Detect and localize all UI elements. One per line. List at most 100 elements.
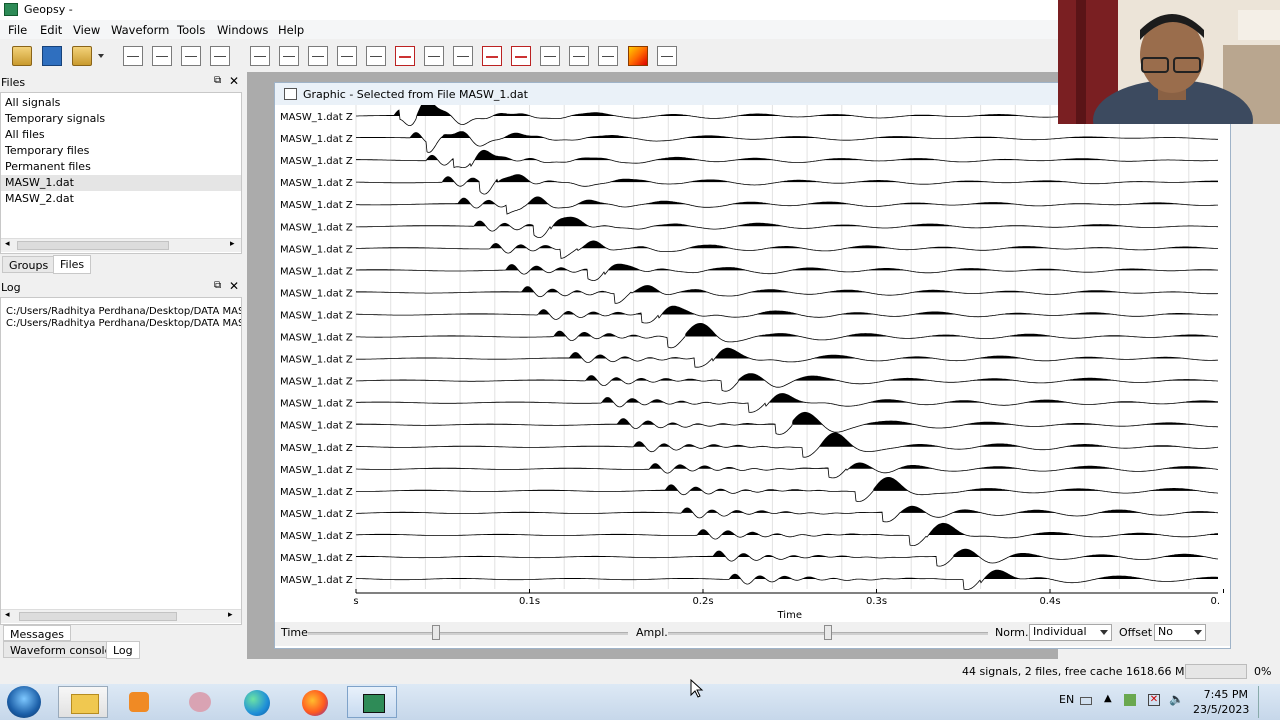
table-view-icon[interactable] — [123, 46, 143, 66]
print-icon[interactable] — [657, 46, 677, 66]
correlation-icon[interactable] — [598, 46, 618, 66]
paint-icon — [189, 692, 211, 712]
palette-icon[interactable] — [628, 46, 648, 66]
scrollbar-thumb[interactable] — [17, 241, 169, 250]
menu-tools[interactable]: Tools — [177, 23, 205, 37]
show-desktop-button[interactable] — [1258, 686, 1279, 718]
progress-percent: 0% — [1254, 665, 1272, 678]
close-icon[interactable]: ✕ — [229, 279, 239, 293]
trace-label: MASW_1.dat Z — [280, 178, 353, 189]
graphic-icon — [284, 88, 297, 100]
ampl-slider-handle[interactable] — [824, 625, 832, 640]
menu-windows[interactable]: Windows — [217, 23, 268, 37]
offset-select[interactable]: No — [1154, 624, 1206, 641]
trace-line — [356, 569, 1218, 590]
trace-line — [355, 522, 1219, 547]
undock-icon[interactable]: ⧉ — [214, 280, 221, 291]
norm-select[interactable]: Individual — [1029, 624, 1112, 641]
taskbar-paint[interactable] — [175, 686, 225, 718]
list-item-masw-1[interactable]: MASW_1.dat — [5, 176, 74, 189]
clock-time[interactable]: 7:45 PM — [1203, 688, 1248, 701]
trace-label: MASW_1.dat Z — [280, 333, 353, 344]
scroll-left-icon[interactable]: ◂ — [5, 239, 10, 249]
close-icon[interactable]: ✕ — [229, 74, 239, 88]
language-indicator[interactable]: EN — [1059, 693, 1074, 706]
list-item-masw-2[interactable]: MASW_2.dat — [5, 192, 74, 205]
volume-icon[interactable]: 🔈 — [1169, 692, 1184, 706]
menu-help[interactable]: Help — [278, 23, 304, 37]
files-panel-title: Files — [1, 76, 26, 89]
list-item-temporary-signals[interactable]: Temporary signals — [5, 112, 105, 125]
clock-date[interactable]: 23/5/2023 — [1193, 703, 1249, 716]
save-icon[interactable] — [42, 46, 62, 66]
show-hidden-icons-icon[interactable]: ▲ — [1104, 693, 1112, 704]
graphic-view-icon[interactable] — [152, 46, 172, 66]
scroll-right-icon[interactable]: ▸ — [230, 239, 235, 249]
tab-messages[interactable]: Messages — [3, 625, 71, 641]
ampl-label: Ampl. — [636, 626, 668, 639]
hv-ratio-icon[interactable] — [453, 46, 473, 66]
chevron-down-icon[interactable] — [98, 54, 104, 58]
tab-groups[interactable]: Groups — [2, 256, 56, 273]
linear-fk-icon[interactable] — [366, 46, 386, 66]
scrollbar-thumb[interactable] — [19, 612, 177, 621]
spectrum-icon[interactable] — [395, 46, 415, 66]
chronogram-icon[interactable] — [210, 46, 230, 66]
trace-label: MASW_1.dat Z — [280, 134, 353, 145]
taskbar-geopsy[interactable] — [347, 686, 397, 718]
load-project-icon[interactable] — [72, 46, 92, 66]
trace-label: MASW_1.dat Z — [280, 244, 353, 255]
trace-label: MASW_1.dat Z — [280, 531, 353, 542]
undock-icon[interactable]: ⧉ — [214, 75, 221, 86]
taskbar-firefox[interactable] — [290, 686, 340, 718]
trace-label: MASW_1.dat Z — [280, 200, 353, 211]
hv-rotate-icon[interactable] — [511, 46, 531, 66]
tab-files[interactable]: Files — [53, 255, 92, 274]
trace-label: MASW_1.dat Z — [280, 465, 353, 476]
menu-edit[interactable]: Edit — [40, 23, 62, 37]
trace-line — [356, 216, 1218, 238]
network-icon[interactable]: ✕ — [1148, 694, 1160, 706]
webcam-video — [1058, 0, 1280, 124]
menu-file[interactable]: File — [8, 23, 27, 37]
seismogram-plot[interactable]: MASW_1.dat Z MASW_1.dat Z MASW_1.dat Z MASW… — [280, 105, 1224, 619]
list-item-temporary-files[interactable]: Temporary files — [5, 144, 89, 157]
log-scrollbar[interactable]: ◂ ▸ — [1, 609, 241, 623]
files-scrollbar[interactable]: ◂ ▸ — [1, 238, 241, 252]
rotate-icon[interactable] — [482, 46, 502, 66]
tab-log[interactable]: Log — [106, 641, 140, 659]
trace-label: MASW_1.dat Z — [280, 355, 353, 366]
tab-waveform-console[interactable]: Waveform console — [3, 641, 119, 658]
keyboard-icon[interactable] — [1080, 697, 1092, 705]
scroll-left-icon[interactable]: ◂ — [5, 610, 10, 620]
taskbar-edge[interactable] — [232, 686, 282, 718]
fk-tool-icon[interactable] — [279, 46, 299, 66]
log-text-area[interactable]: C:/Users/Radhitya Perdhana/Desktop/DATA … — [0, 297, 242, 625]
menu-waveform[interactable]: Waveform — [111, 23, 169, 37]
structure-rotate-icon[interactable] — [540, 46, 560, 66]
menu-view[interactable]: View — [73, 23, 100, 37]
fk-array-icon[interactable] — [337, 46, 357, 66]
list-item-all-signals[interactable]: All signals — [5, 96, 60, 109]
spac-array-icon[interactable] — [424, 46, 444, 66]
taskbar-explorer[interactable] — [58, 686, 108, 718]
tray-app-icon[interactable] — [1124, 694, 1136, 706]
trace-fill — [416, 323, 1215, 337]
trace-line — [356, 305, 1218, 324]
time-slider-handle[interactable] — [432, 625, 440, 640]
scroll-right-icon[interactable]: ▸ — [228, 610, 233, 620]
hv-tool-icon[interactable] — [250, 46, 270, 66]
log-panel-title: Log — [1, 281, 21, 294]
chevron-down-icon — [1100, 630, 1108, 635]
map-view-icon[interactable] — [181, 46, 201, 66]
list-item-all-files[interactable]: All files — [5, 128, 45, 141]
taskbar-media-player[interactable] — [113, 686, 163, 718]
list-item-permanent-files[interactable]: Permanent files — [5, 160, 91, 173]
open-file-icon[interactable] — [12, 46, 32, 66]
trace-line — [356, 263, 1219, 281]
time-slider-track[interactable] — [308, 632, 628, 635]
damping-icon[interactable] — [569, 46, 589, 66]
spac-tool-icon[interactable] — [308, 46, 328, 66]
start-button-icon[interactable] — [7, 686, 41, 718]
trace-label: MASW_1.dat Z — [280, 487, 353, 498]
